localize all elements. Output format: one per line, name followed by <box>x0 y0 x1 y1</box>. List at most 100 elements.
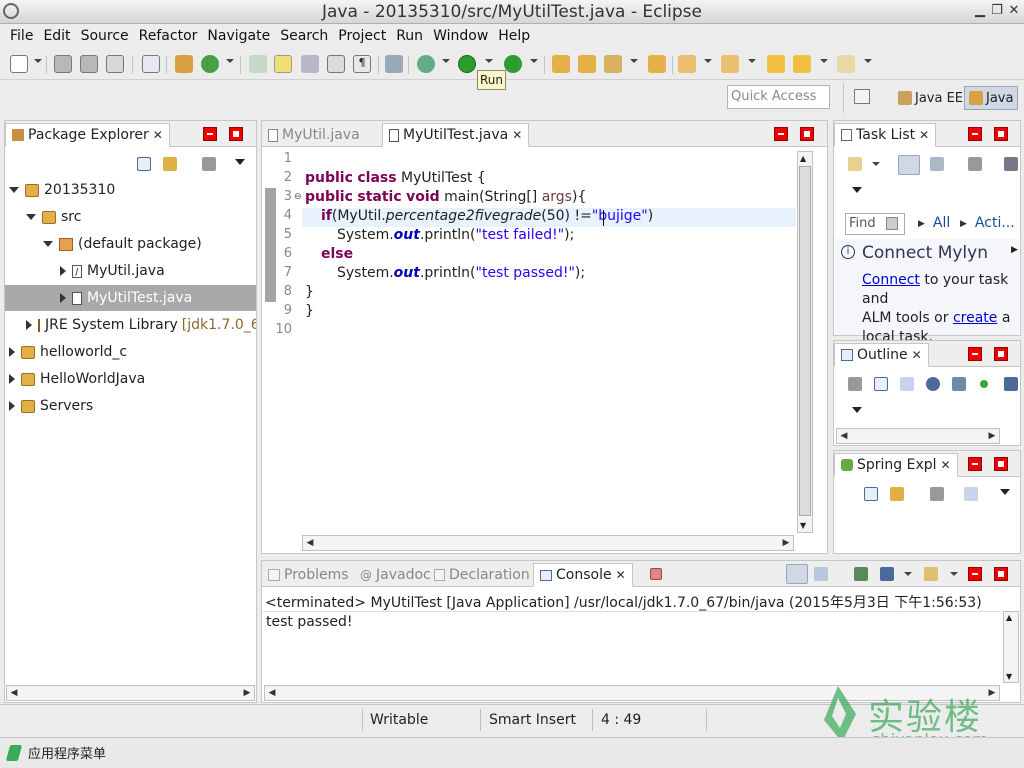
scheduled-icon[interactable] <box>930 157 944 171</box>
view-menu-icon[interactable] <box>235 159 245 165</box>
prev-annotation-dropdown-icon[interactable] <box>748 59 756 63</box>
close-icon[interactable]: ✕ <box>941 458 951 472</box>
whitespace-icon[interactable]: ¶ <box>353 55 371 73</box>
tab-outline[interactable]: Outline ✕ <box>834 343 929 367</box>
tab-myutil-java[interactable]: MyUtil.java <box>262 123 366 147</box>
binary-icon[interactable] <box>142 55 160 73</box>
collapse-all-icon[interactable] <box>137 157 151 171</box>
tab-spring-explorer[interactable]: Spring Expl ✕ <box>834 453 958 477</box>
print-icon[interactable] <box>106 55 124 73</box>
chevron-down-icon[interactable] <box>43 241 53 247</box>
code-line-5[interactable]: System.out.println("test failed!"); <box>337 227 574 243</box>
chevron-down-icon[interactable] <box>9 187 19 193</box>
maximize-view-icon[interactable] <box>994 347 1008 361</box>
app-launcher-button[interactable]: 应用程序菜单 <box>5 743 106 762</box>
scroll-lock-icon[interactable] <box>786 564 808 584</box>
console-vertical-scrollbar[interactable]: ▲ ▼ <box>1003 611 1019 683</box>
view-menu-icon[interactable] <box>852 407 862 413</box>
open-type-icon[interactable] <box>552 55 570 73</box>
maximize-view-icon[interactable] <box>994 567 1008 581</box>
search-dropdown-icon[interactable] <box>630 59 638 63</box>
tree-item[interactable]: J MyUtilTest.java <box>5 285 256 311</box>
filter-icon[interactable] <box>202 157 216 171</box>
menu-edit[interactable]: Edit <box>38 25 75 47</box>
tab-javadoc[interactable]: @ Javadoc <box>354 563 437 587</box>
tree-item[interactable]: JRE System Library[jdk1.7.0_67 <box>5 312 256 338</box>
toggle-icon[interactable] <box>301 55 319 73</box>
debug-icon[interactable] <box>417 55 435 73</box>
status-insert-mode[interactable]: Smart Insert <box>489 712 576 728</box>
filter-icon[interactable] <box>848 377 862 391</box>
hide-fields-icon[interactable] <box>926 377 940 391</box>
collapse-all-icon[interactable] <box>864 487 878 501</box>
tree-item[interactable]: J MyUtil.java <box>5 258 256 284</box>
tree-item[interactable]: (default package) <box>5 231 256 257</box>
tree-item[interactable]: 20135310 <box>5 177 256 203</box>
word-wrap-icon[interactable] <box>814 567 828 581</box>
chevron-down-icon[interactable] <box>26 214 36 220</box>
minimize-view-icon[interactable] <box>968 567 982 581</box>
tab-task-list[interactable]: Task List ✕ <box>834 123 937 147</box>
display-console-icon[interactable] <box>880 567 894 581</box>
hide-nonpublic-icon[interactable] <box>980 380 988 388</box>
console-output[interactable]: test passed! <box>263 611 1001 683</box>
terminate-icon[interactable] <box>650 568 662 580</box>
tree-item[interactable]: src <box>5 204 256 230</box>
new-icon[interactable] <box>10 55 28 73</box>
chevron-right-icon[interactable] <box>9 401 15 411</box>
open-task-icon[interactable] <box>578 55 596 73</box>
chevron-right-icon[interactable] <box>9 347 15 357</box>
code-line-9[interactable]: } <box>305 303 314 319</box>
filter-all-link[interactable]: ▶ All <box>918 215 950 233</box>
code-line-8[interactable]: } <box>305 284 314 300</box>
quick-access-input[interactable]: Quick Access <box>727 85 830 109</box>
perspective-java-ee[interactable]: Java EE <box>894 86 967 110</box>
maximize-view-icon[interactable] <box>229 127 243 141</box>
collapse-all-icon[interactable] <box>874 377 888 391</box>
chevron-right-icon[interactable] <box>26 320 32 330</box>
menu-window[interactable]: Window <box>428 25 493 47</box>
sort-icon[interactable] <box>964 487 978 501</box>
open-resource-icon[interactable] <box>648 55 666 73</box>
menu-search[interactable]: Search <box>275 25 333 47</box>
skip-breakpoints-icon[interactable] <box>249 55 267 73</box>
maximize-view-icon[interactable] <box>994 127 1008 141</box>
categorized-icon[interactable] <box>898 155 920 175</box>
mylyn-close-icon[interactable]: ▶ <box>1011 245 1018 255</box>
code-line-2[interactable]: public class MyUtilTest { <box>305 170 486 186</box>
sort-icon[interactable] <box>900 377 914 391</box>
display-console-dropdown-icon[interactable] <box>904 572 912 576</box>
minimize-view-icon[interactable] <box>968 127 982 141</box>
create-link[interactable]: create <box>953 310 997 326</box>
filter-acti-link[interactable]: ▶ Acti... <box>960 215 1015 233</box>
maximize-view-icon[interactable] <box>800 127 814 141</box>
run-dropdown-icon[interactable] <box>485 59 493 63</box>
minimize-view-icon[interactable] <box>968 457 982 471</box>
connect-link[interactable]: Connect <box>862 272 920 288</box>
minimize-view-icon[interactable] <box>968 347 982 361</box>
code-line-7[interactable]: System.out.println("test passed!"); <box>337 265 585 281</box>
tab-package-explorer[interactable]: Package Explorer ✕ <box>5 123 170 147</box>
run-icon[interactable] <box>458 55 476 73</box>
back-dropdown-icon[interactable] <box>820 59 828 63</box>
next-annotation-icon[interactable] <box>678 55 696 73</box>
chevron-right-icon[interactable] <box>9 374 15 384</box>
tree-item[interactable]: Servers <box>5 393 256 419</box>
code-line-6[interactable]: else <box>321 246 353 262</box>
debug-dropdown-icon[interactable] <box>442 59 450 63</box>
open-console-dropdown-icon[interactable] <box>950 572 958 576</box>
hide-static-icon[interactable] <box>952 377 966 391</box>
maximize-view-icon[interactable] <box>994 457 1008 471</box>
new-dropdown-icon[interactable] <box>34 59 42 63</box>
menu-help[interactable]: Help <box>493 25 535 47</box>
forward-icon[interactable] <box>837 55 855 73</box>
block-select-icon[interactable] <box>327 55 345 73</box>
chevron-right-icon[interactable] <box>60 266 66 276</box>
filter-icon[interactable] <box>968 157 982 171</box>
save-icon[interactable] <box>54 55 72 73</box>
menu-source[interactable]: Source <box>76 25 134 47</box>
menu-refactor[interactable]: Refactor <box>134 25 203 47</box>
back-icon[interactable] <box>793 55 811 73</box>
search-icon[interactable] <box>604 55 622 73</box>
view-menu-icon[interactable] <box>852 187 862 193</box>
